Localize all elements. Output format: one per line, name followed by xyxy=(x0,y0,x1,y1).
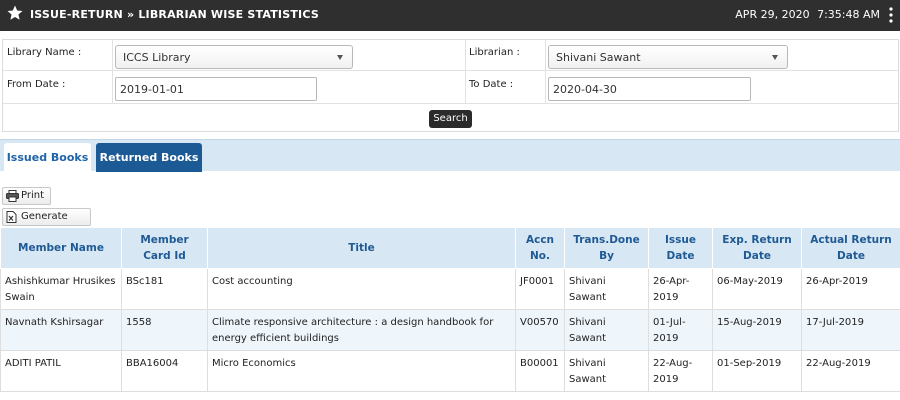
table-cell: Climate responsive architecture : a desi… xyxy=(207,309,516,351)
column-header[interactable]: Accn No. xyxy=(515,227,565,269)
generate-excel-button[interactable]: Generate Excel xyxy=(2,208,91,238)
table-cell: 22-Aug-2019 xyxy=(648,350,713,392)
table-cell: BBA16004 xyxy=(121,350,208,392)
search-button[interactable]: Search xyxy=(429,110,472,128)
table-row: ADITI PATIL BBA16004 Micro Economics B00… xyxy=(0,350,900,392)
to-date-label: To Date : xyxy=(469,79,514,90)
returned-books-table: Member Name Member Card Id Title Accn No… xyxy=(0,227,900,392)
current-time: 7:35:48 AM xyxy=(817,8,880,21)
from-date-input[interactable]: 2019-01-01 xyxy=(115,77,317,101)
table-cell: Shivani Sawant xyxy=(564,268,649,310)
from-date-label: From Date : xyxy=(7,79,66,90)
table-cell: Cost accounting xyxy=(207,268,516,310)
title-bar: ISSUE-RETURN » LIBRARIAN WISE STATISTICS… xyxy=(0,0,900,31)
tab-bar: Issued Books Returned Books xyxy=(0,139,900,172)
table-row: Ashishkumar Hrusikes Swain BSc181 Cost a… xyxy=(0,268,900,310)
table-cell: Shivani Sawant xyxy=(564,350,649,392)
table-cell: Ashishkumar Hrusikes Swain xyxy=(0,268,122,310)
library-name-label: Library Name : xyxy=(7,47,82,58)
more-options-icon[interactable] xyxy=(889,7,893,23)
current-date: APR 29, 2020 xyxy=(735,8,810,21)
tab-issued-books[interactable]: Issued Books xyxy=(4,143,91,172)
librarian-select[interactable]: Shivani Sawant xyxy=(548,45,788,69)
page-title: ISSUE-RETURN » LIBRARIAN WISE STATISTICS xyxy=(30,8,319,21)
table-cell: 1558 xyxy=(121,309,208,351)
table-cell: B00001 xyxy=(515,350,565,392)
librarian-label: Librarian : xyxy=(469,47,520,58)
chevron-down-icon xyxy=(337,55,343,60)
date-time: APR 29, 2020 7:35:48 AM xyxy=(731,8,880,21)
table-cell: 01-Sep-2019 xyxy=(712,350,802,392)
tab-returned-books[interactable]: Returned Books xyxy=(96,143,202,172)
table-cell: 15-Aug-2019 xyxy=(712,309,802,351)
column-header[interactable]: Issue Date xyxy=(648,227,713,269)
table-cell: 22-Aug-2019 xyxy=(801,350,900,392)
star-icon[interactable] xyxy=(6,4,24,22)
column-header[interactable]: Member Name xyxy=(0,227,122,269)
table-cell: 06-May-2019 xyxy=(712,268,802,310)
table-cell: 17-Jul-2019 xyxy=(801,309,900,351)
column-header[interactable]: Exp. Return Date xyxy=(712,227,802,269)
table-cell: 01-Jul-2019 xyxy=(648,309,713,351)
print-button[interactable]: Print xyxy=(2,187,51,205)
table-cell: Shivani Sawant xyxy=(564,309,649,351)
table-cell: 26-Apr-2019 xyxy=(801,268,900,310)
library-name-value: ICCS Library xyxy=(123,51,191,64)
excel-file-icon xyxy=(6,211,17,223)
table-cell: ADITI PATIL xyxy=(0,350,122,392)
column-header[interactable]: Actual Return Date xyxy=(801,227,900,269)
to-date-input[interactable]: 2020-04-30 xyxy=(548,77,751,101)
print-label: Print xyxy=(21,190,45,201)
column-header[interactable]: Member Card Id xyxy=(121,227,208,269)
table-header-row: Member Name Member Card Id Title Accn No… xyxy=(0,227,900,269)
table-cell: Navnath Kshirsagar xyxy=(0,309,122,351)
library-name-select[interactable]: ICCS Library xyxy=(115,45,353,69)
chevron-down-icon xyxy=(772,55,778,60)
column-header[interactable]: Trans.Done By xyxy=(564,227,649,269)
librarian-value: Shivani Sawant xyxy=(556,51,641,64)
printer-icon xyxy=(6,190,19,202)
table-cell: V00570 xyxy=(515,309,565,351)
table-cell: BSc181 xyxy=(121,268,208,310)
table-cell: 26-Apr-2019 xyxy=(648,268,713,310)
table-cell: Micro Economics xyxy=(207,350,516,392)
column-header[interactable]: Title xyxy=(207,227,516,269)
table-cell: JF0001 xyxy=(515,268,565,310)
table-row: Navnath Kshirsagar 1558 Climate responsi… xyxy=(0,309,900,351)
